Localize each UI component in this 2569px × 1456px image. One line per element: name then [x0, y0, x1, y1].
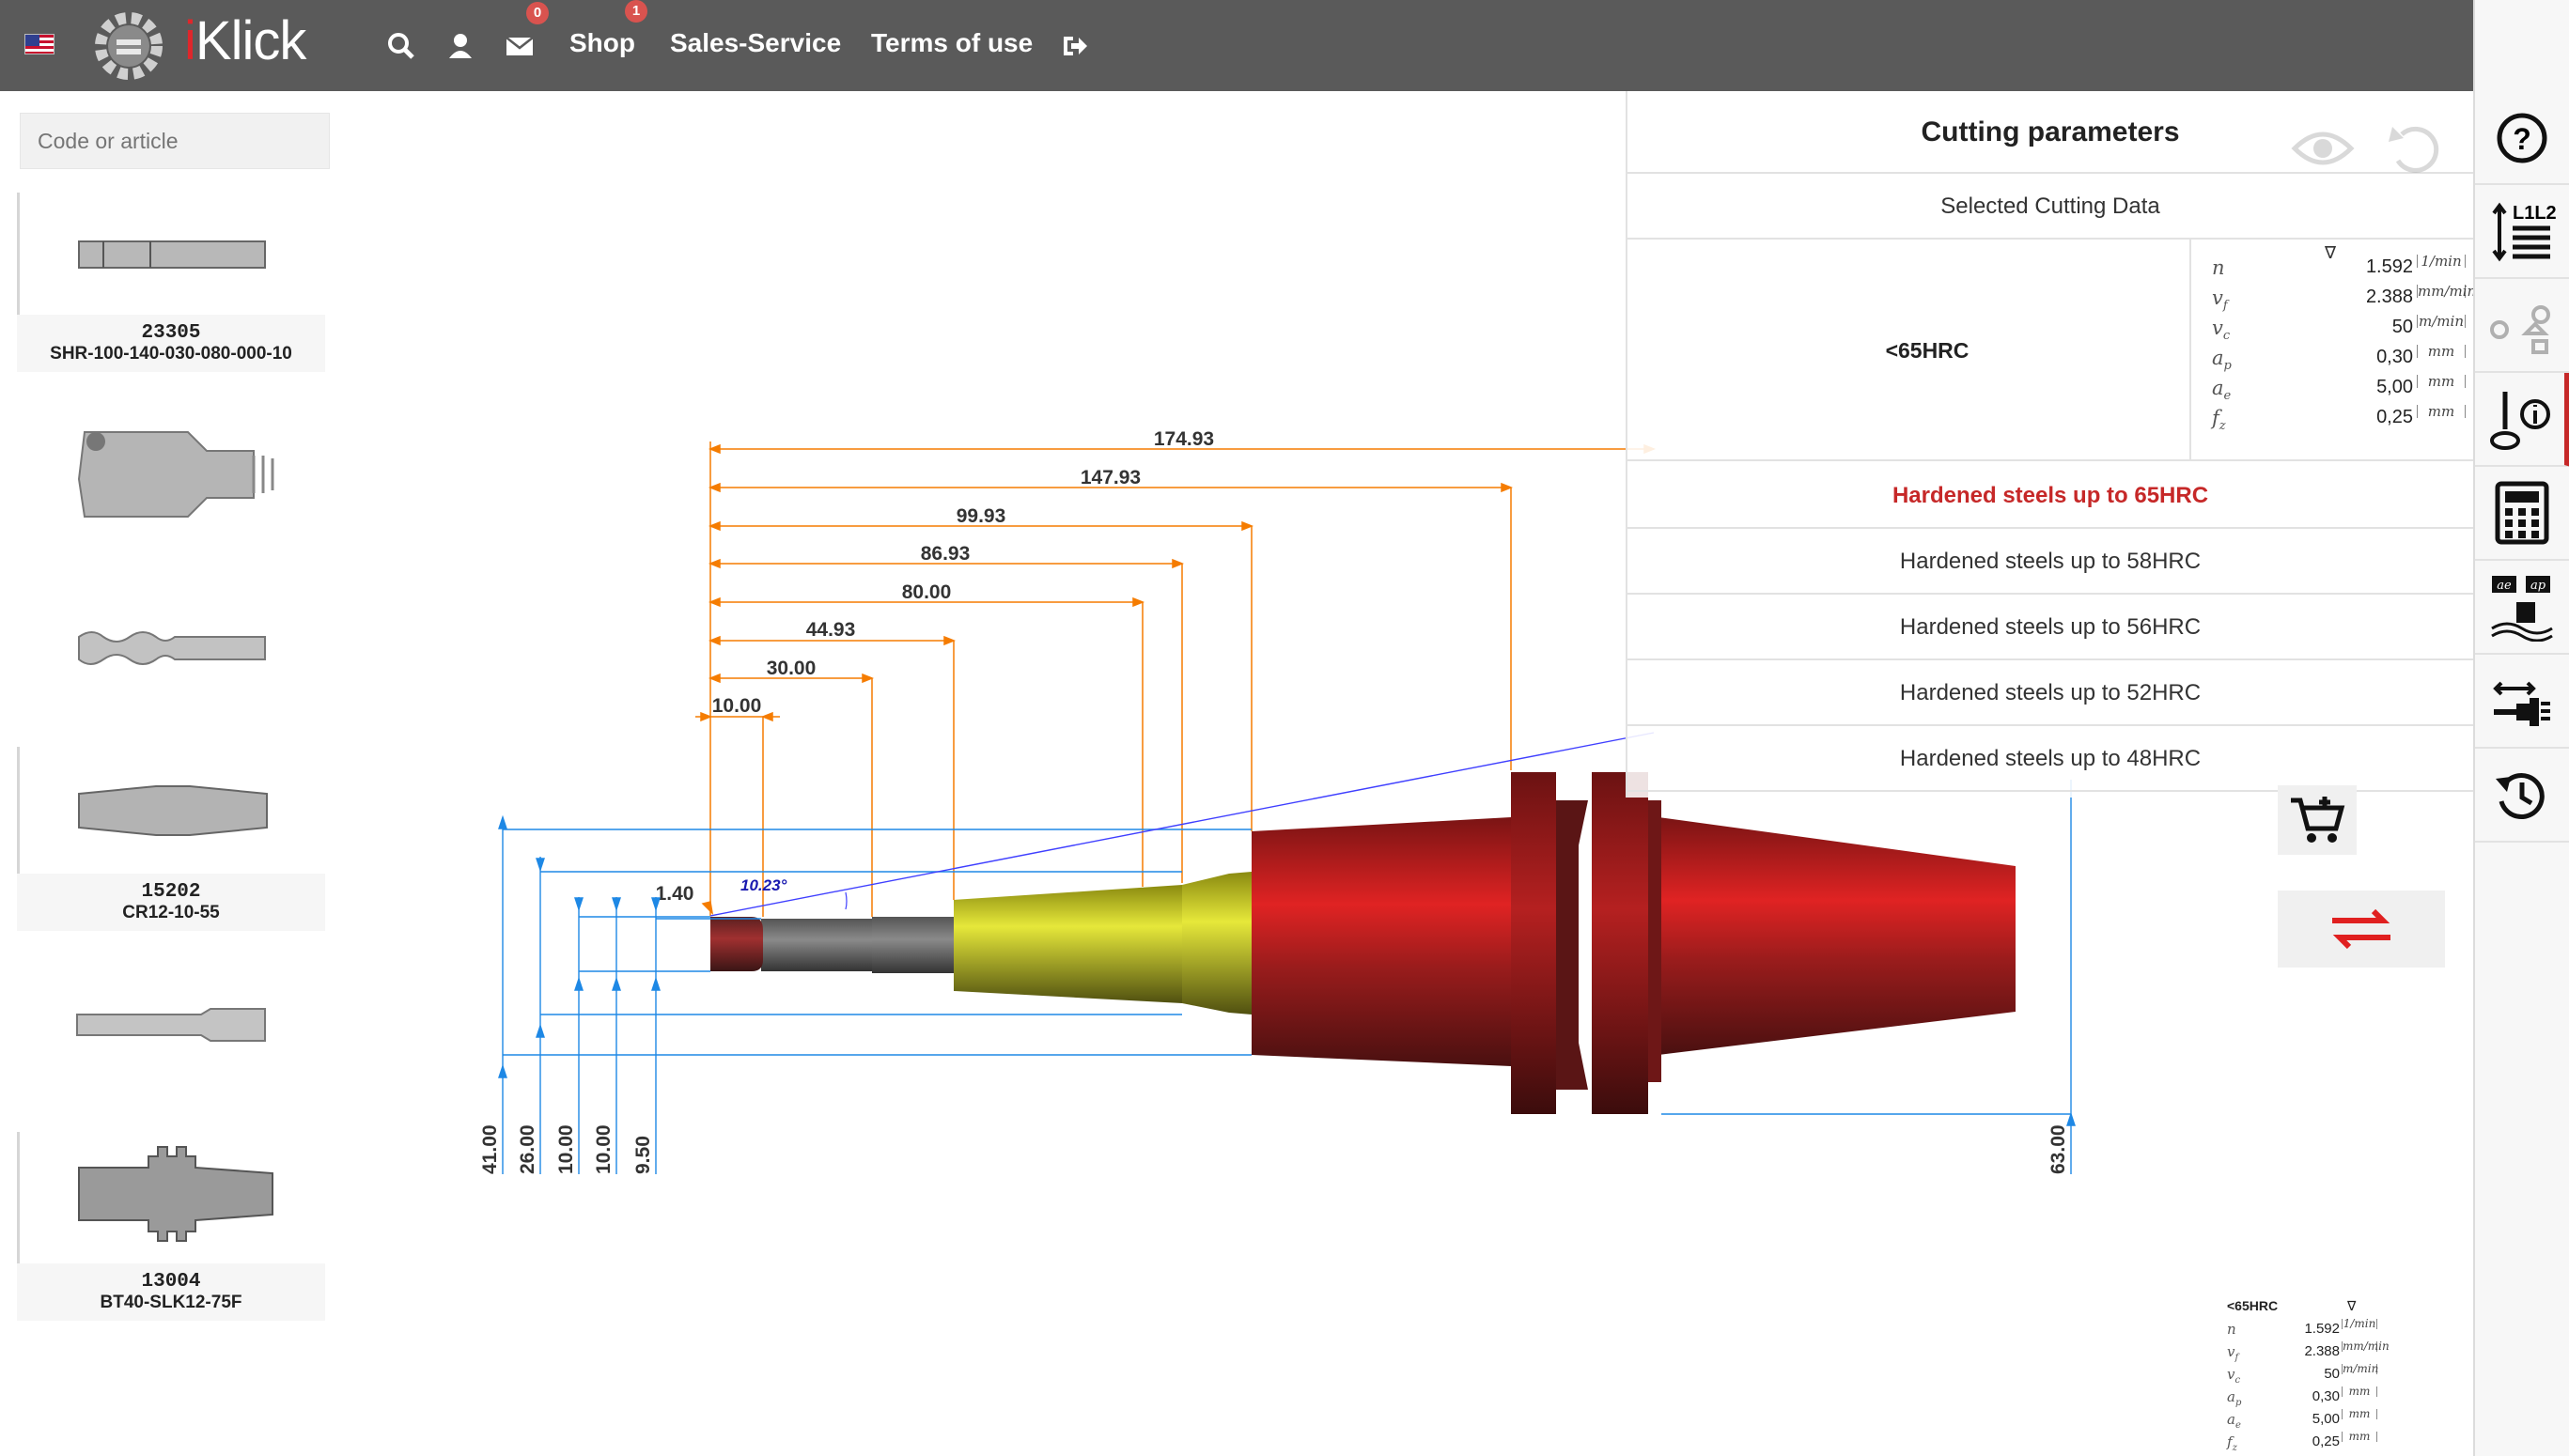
svg-text:ae: ae [2497, 579, 2512, 593]
param-row: n 1.592 1/min [2201, 253, 2466, 283]
length-list-icon: L1L2 [2492, 202, 2556, 262]
holder-groove [1556, 800, 1588, 1090]
dim-length-10: 10.00 [712, 695, 762, 717]
hardness-condition: <65HRC [1627, 240, 2191, 461]
cutting-parameters-panel: Cutting parameters Selected Cutting Data… [1626, 91, 2477, 798]
panel-subtitle: Selected Cutting Data [1627, 174, 2473, 240]
dim-diameter-26: 26.00 [517, 1124, 538, 1174]
history-button[interactable] [2475, 749, 2569, 843]
user-icon[interactable] [443, 28, 478, 64]
unit-box: mm [2417, 375, 2466, 389]
us-flag-icon[interactable] [24, 34, 54, 54]
parameter-table: n 1.592 1/min vf 2.388 mm/min vc 50 m/min ap 0,… [2201, 253, 2477, 434]
nav-shop[interactable]: Shop 1 [569, 0, 647, 58]
unit-box: 1/min [2417, 255, 2466, 269]
dim-length-44: 44.93 [806, 619, 856, 641]
cutter-tip [710, 917, 763, 971]
length-list-button[interactable]: L1L2 [2475, 185, 2569, 279]
unit-box: mm/min [2417, 283, 2477, 300]
unit-box: mm [2417, 405, 2466, 419]
summary-row: vc 50 m/min [2227, 1362, 2379, 1386]
ae-ap-icon: ae ap [2491, 576, 2553, 642]
envelope-icon [506, 37, 534, 55]
param-row: ae 5,00 mm [2201, 373, 2466, 403]
calculator-button[interactable] [2475, 467, 2569, 561]
summary-condition: <65HRC [2227, 1298, 2279, 1313]
top-navigation-bar: iKlick 0 Shop 1 Sales-Service Terms of u… [0, 0, 2569, 91]
ae-ap-button[interactable]: ae ap [2475, 561, 2569, 655]
search-icon[interactable] [383, 28, 419, 64]
summary-row: fz 0,25 mm [2227, 1431, 2377, 1453]
dim-diameter-10b: 10.00 [593, 1124, 615, 1174]
selected-cutting-data: <65HRC ∇ n 1.592 1/min vf 2.388 mm/min vc 50 m… [1627, 240, 2477, 461]
dim-diameter-41: 41.00 [479, 1124, 501, 1174]
summary-row: ae 5,00 mm [2227, 1408, 2377, 1431]
tool-info-button[interactable] [2475, 373, 2569, 467]
tool-model [710, 772, 2016, 1114]
material-option-48hrc[interactable]: Hardened steels up to 48HRC [1627, 726, 2473, 792]
dim-diameter-10a: 10.00 [555, 1124, 577, 1174]
help-button[interactable]: ? [2475, 91, 2569, 185]
dim-angle: 10.23° [740, 876, 787, 894]
cutting-data-summary: <65HRC ∇ n 1.592 1/min vf 2.388 mm/min vc 50 m… [2227, 1298, 2390, 1456]
holder-taper [1658, 817, 2016, 1055]
right-toolbar: ? L1L2 ae ap [2473, 0, 2569, 1456]
param-row: ap 0,30 mm [2201, 343, 2466, 373]
holder-flange-1 [1511, 772, 1556, 1114]
eye-icon[interactable] [2276, 116, 2370, 181]
assembly-button[interactable] [2475, 279, 2569, 373]
holder-neck [1648, 800, 1661, 1082]
gear-logo-icon[interactable] [90, 8, 167, 85]
param-row: vc 50 m/min [2201, 313, 2466, 343]
summary-row: n 1.592 1/min [2227, 1317, 2377, 1338]
summary-row: ap 0,30 mm [2227, 1386, 2377, 1408]
cart-badge: 1 [625, 0, 647, 23]
summary-row: vf 2.388 mm/min [2227, 1340, 2390, 1363]
svg-text:L1L2: L1L2 [2513, 203, 2556, 224]
material-option-52hrc[interactable]: Hardened steels up to 52HRC [1627, 660, 2473, 726]
tool-info-icon [2490, 392, 2550, 450]
material-option-56hrc[interactable]: Hardened steels up to 56HRC [1627, 595, 2473, 660]
nav-terms-of-use[interactable]: Terms of use [871, 28, 1033, 58]
param-row: fz 0,25 mm [2201, 403, 2466, 433]
swap-direction-button[interactable] [2278, 891, 2445, 968]
add-to-cart-icon[interactable] [2278, 785, 2357, 855]
assembly-icon [2490, 305, 2550, 354]
cutter-shank [761, 919, 872, 971]
dim-length-30: 30.00 [767, 658, 817, 679]
history-icon [2496, 773, 2545, 819]
messages-button[interactable]: 0 [502, 2, 549, 64]
param-row: vf 2.388 mm/min [2212, 283, 2477, 314]
holder-flange-2 [1592, 772, 1648, 1114]
calculator-icon [2495, 481, 2549, 545]
dim-tip-length: 1.40 [656, 883, 694, 905]
connection-icon [2493, 681, 2550, 726]
dim-length-80: 80.00 [902, 581, 952, 603]
summary-triangle: ∇ [2347, 1298, 2357, 1313]
unit-box: m/min [2417, 315, 2466, 329]
chuck-ring [1182, 872, 1252, 1015]
unit-box: mm [2417, 345, 2466, 359]
nav-sales-service[interactable]: Sales-Service [670, 28, 841, 58]
material-option-58hrc[interactable]: Hardened steels up to 58HRC [1627, 529, 2473, 595]
logout-icon[interactable] [1056, 28, 1092, 64]
connection-button[interactable] [2475, 655, 2569, 749]
dim-diameter-9-5: 9.50 [632, 1136, 654, 1174]
dim-length-147: 147.93 [1081, 467, 1141, 488]
svg-text:?: ? [2513, 122, 2531, 156]
svg-text:ap: ap [2530, 579, 2546, 593]
material-option-65hrc[interactable]: Hardened steels up to 65HRC [1627, 463, 2473, 529]
messages-badge: 0 [526, 2, 549, 24]
holder-nose [1252, 817, 1511, 1066]
logo-text[interactable]: iKlick [184, 9, 306, 72]
undo-icon[interactable] [2370, 116, 2464, 181]
dim-length-174: 174.93 [1154, 428, 1214, 450]
dim-length-99: 99.93 [957, 505, 1006, 527]
dim-length-86: 86.93 [921, 543, 971, 565]
extension-shank [872, 917, 954, 973]
help-icon: ? [2497, 113, 2547, 163]
dim-diameter-63: 63.00 [2047, 1124, 2069, 1174]
collet-chuck-body [954, 885, 1182, 1003]
